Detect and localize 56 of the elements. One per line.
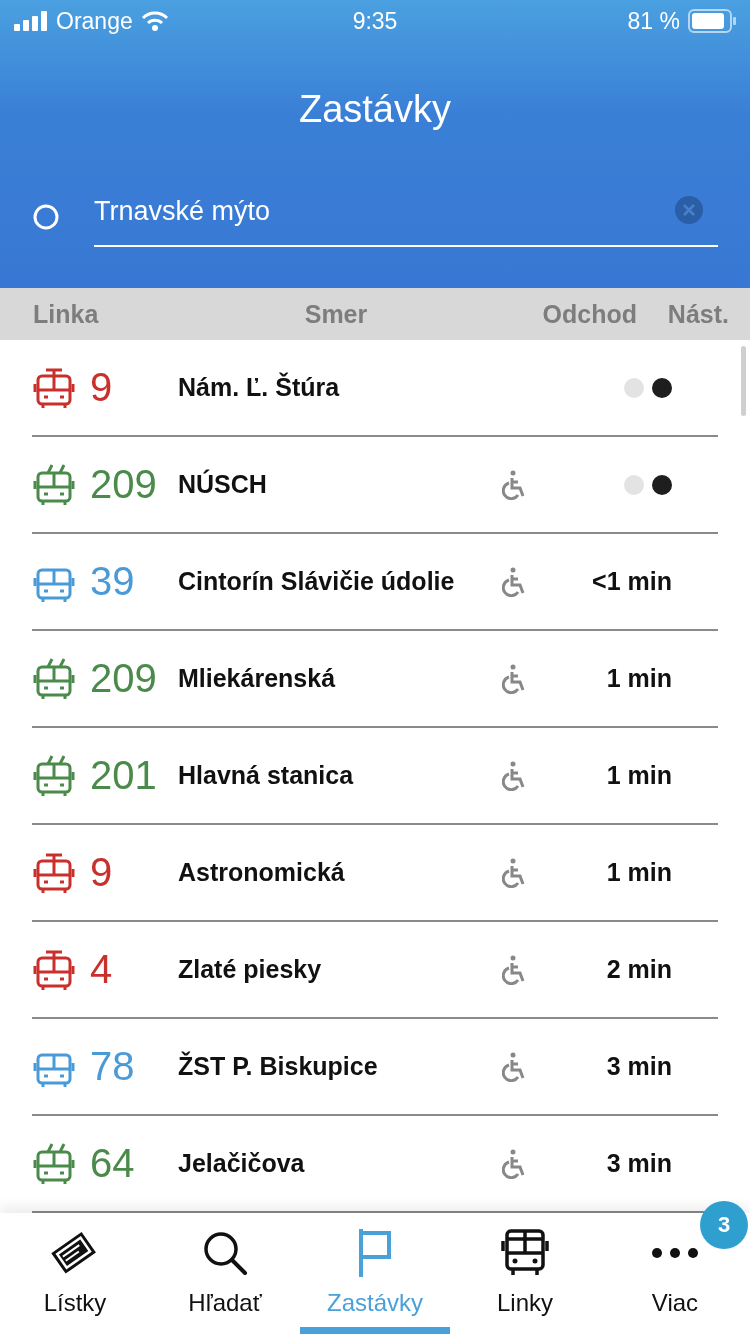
tab-item[interactable]: Viac	[651, 1213, 699, 1334]
departure-row[interactable]: 9 Astronomická 1 min	[32, 825, 718, 922]
circle-icon	[32, 203, 60, 231]
departure-time: 2 min	[605, 955, 672, 984]
line-number: 4	[90, 947, 114, 992]
wifi-icon	[140, 11, 169, 31]
clear-icon[interactable]	[674, 195, 704, 225]
direction-text: NÚSCH	[178, 470, 268, 499]
departure-row[interactable]: 201 Hlavná stanica 1 min	[32, 728, 718, 825]
screen-title: Zastávky	[297, 88, 452, 131]
direction-text: Zlaté piesky	[178, 955, 323, 984]
line-number: 209	[90, 656, 158, 701]
departure-row[interactable]: 39 Cintorín Slávičie údolie <1 min	[32, 534, 718, 631]
departure-row[interactable]: 4 Zlaté piesky 2 min	[32, 922, 718, 1019]
column-header: Nást.	[666, 299, 729, 329]
departure-row[interactable]: 78 ŽST P. Biskupice 3 min	[32, 1019, 718, 1116]
departure-row[interactable]: 209 NÚSCH	[32, 437, 718, 534]
column-header: Smer	[303, 299, 369, 329]
trolleybus-icon	[32, 462, 76, 507]
trolleybus-icon	[32, 656, 76, 701]
tab-item[interactable]: Linky	[497, 1213, 553, 1334]
column-header: Odchod	[541, 299, 637, 329]
more-icon	[652, 1248, 698, 1258]
battery-icon	[688, 9, 736, 33]
departure-time: <1 min	[591, 567, 672, 596]
line-number: 201	[90, 753, 158, 798]
departure-time: 1 min	[605, 761, 672, 790]
line-number: 209	[90, 462, 158, 507]
trolleybus-icon	[32, 1141, 76, 1186]
line-number: 39	[90, 559, 136, 604]
departure-row[interactable]: 209 Mliekárenská 1 min	[32, 631, 718, 728]
direction-text: Astronomická	[178, 858, 346, 887]
direction-text: Cintorín Slávičie údolie	[178, 567, 456, 596]
departure-time: 1 min	[605, 664, 672, 693]
carrier-name: Orange	[56, 7, 133, 35]
departure-row[interactable]: 9 Nám. Ľ. Štúra	[32, 340, 718, 437]
direction-text: Mliekárenská	[178, 664, 337, 693]
departure-time: 1 min	[605, 858, 672, 887]
line-number: 9	[90, 850, 114, 895]
line-number: 9	[90, 365, 114, 410]
direction-text: Jelačičova	[178, 1149, 306, 1178]
direction-text: ŽST P. Biskupice	[178, 1052, 379, 1081]
count-badge: 3	[700, 1201, 748, 1249]
departure-time: 3 min	[605, 1052, 672, 1081]
direction-text: Hlavná stanica	[178, 761, 355, 790]
signal-icon	[14, 11, 48, 31]
tab-item[interactable]: Hľadať	[188, 1213, 262, 1334]
tab-item[interactable]: Lístky	[43, 1213, 107, 1334]
line-number: 64	[90, 1141, 136, 1186]
status-time: 9:35	[352, 7, 398, 35]
departure-time: 3 min	[605, 1149, 672, 1178]
column-header: Linka	[33, 299, 100, 329]
trolleybus-icon	[32, 753, 76, 798]
battery-percent: 81 %	[627, 7, 680, 35]
line-number: 78	[90, 1044, 136, 1089]
direction-text: Nám. Ľ. Štúra	[178, 373, 341, 402]
